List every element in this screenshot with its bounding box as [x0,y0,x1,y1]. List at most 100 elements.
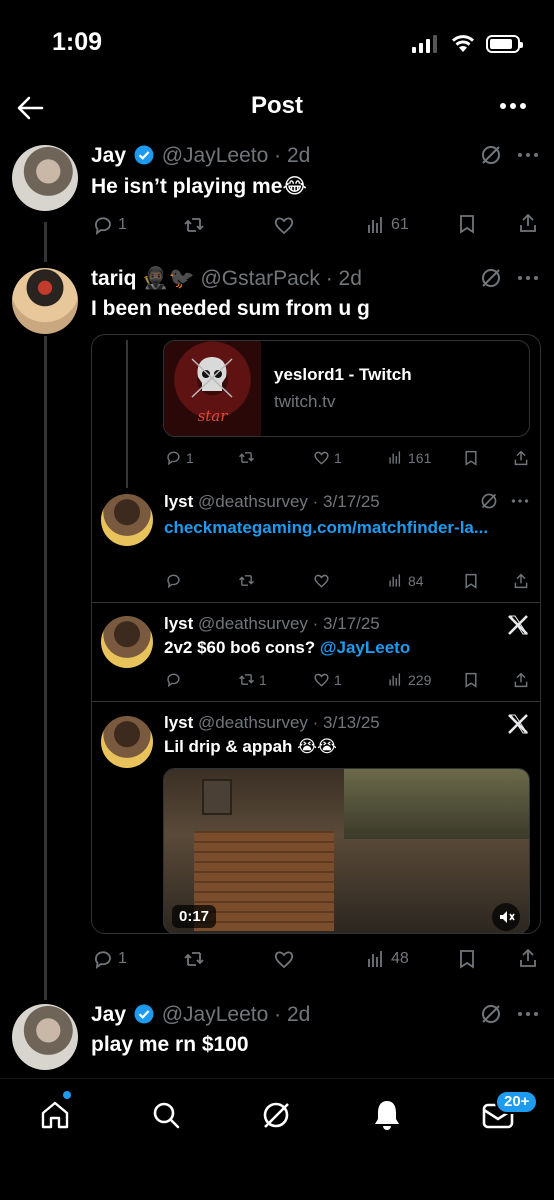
post-header: Jay @JayLeeto · 2d [91,144,310,168]
reply-icon [167,673,180,688]
video-player[interactable]: 0:17 [163,768,530,934]
link-preview-card[interactable]: star yeslord1 - Twitch twitch.tv [163,340,530,437]
views-count: 84 [408,572,424,589]
author-handle[interactable]: @JayLeeto [162,1003,269,1026]
like-count: 1 [334,671,342,688]
bookmark-icon[interactable] [457,214,477,234]
bookmark-icon[interactable] [463,450,479,466]
verified-badge-icon [134,1004,154,1024]
share-icon[interactable] [513,672,529,688]
views-button[interactable]: 161 [387,449,431,466]
mute-icon [500,911,515,923]
thumbnail-text: star [197,407,228,425]
share-icon[interactable] [518,213,538,233]
quote-header: lyst @deathsurvey · 3/13/25 [164,713,380,733]
avatar[interactable] [12,268,78,334]
more-icon[interactable] [517,152,539,158]
link-thumbnail: star [164,341,261,436]
repost-button[interactable] [238,572,255,589]
post-text: I been needed sum from u g [91,297,370,320]
views-icon [368,217,382,233]
post-time: · 3/17/25 [312,492,380,511]
repost-button[interactable] [183,214,205,236]
reply-button[interactable]: 1 [165,449,194,466]
author-handle[interactable]: @deathsurvey [198,492,308,511]
skull-icon [191,357,233,398]
home-icon[interactable] [39,1099,71,1131]
status-time: 1:09 [52,28,103,56]
author-handle[interactable]: @deathsurvey [198,614,308,633]
share-icon[interactable] [513,573,529,589]
author-name[interactable]: lyst [164,614,193,633]
avatar[interactable] [101,616,153,668]
views-count: 61 [391,216,409,233]
notifications-bell-icon[interactable] [371,1098,403,1132]
reply-button[interactable]: 1 [92,214,127,236]
heart-icon [314,451,329,465]
repost-icon [239,452,254,463]
avatar[interactable] [12,1004,78,1070]
repost-icon [184,952,204,966]
video-time: 0:17 [172,905,217,928]
video-sky [344,769,529,839]
views-button[interactable]: 48 [365,948,409,970]
author-name[interactable]: lyst [164,492,193,511]
bottom-tab-bar [0,1078,554,1200]
quote-link[interactable]: checkmategaming.com/matchfinder-la... [164,516,514,540]
home-notification-dot [63,1091,71,1099]
author-handle[interactable]: @GstarPack [200,267,319,290]
author-handle[interactable]: @JayLeeto [162,144,269,167]
like-button[interactable] [273,214,295,236]
grok-icon[interactable] [260,1099,292,1131]
post-time: · 3/13/25 [312,713,380,732]
bookmark-icon[interactable] [457,949,477,969]
heart-icon [274,951,294,969]
like-button[interactable] [273,948,295,970]
repost-button[interactable] [238,449,255,466]
share-icon[interactable] [518,948,538,968]
thread-line [44,336,47,1000]
grok-icon[interactable] [480,144,502,166]
messages-badge: 20+ [495,1090,539,1114]
like-button[interactable]: 1 [313,449,342,466]
reply-button[interactable] [165,572,182,589]
more-icon[interactable] [517,275,539,281]
author-handle[interactable]: @deathsurvey [198,713,308,732]
reply-button[interactable] [165,671,182,688]
repost-button[interactable]: 1 [238,671,267,688]
post-time: · 2d [274,1003,311,1026]
views-button[interactable]: 229 [387,671,431,688]
avatar[interactable] [101,494,153,546]
views-button[interactable]: 61 [365,214,409,236]
bookmark-icon[interactable] [463,573,479,589]
like-button[interactable] [313,572,330,589]
avatar[interactable] [12,145,78,211]
grok-icon[interactable] [480,492,498,510]
author-name[interactable]: lyst [164,713,193,732]
reply-icon [95,951,111,969]
bookmark-icon[interactable] [463,672,479,688]
search-icon[interactable] [150,1099,182,1131]
avatar[interactable] [101,716,153,768]
heart-icon [274,217,294,235]
mention-link[interactable]: @JayLeeto [320,638,410,657]
grok-icon[interactable] [480,267,502,289]
more-icon[interactable] [517,1011,539,1017]
like-button[interactable]: 1 [313,671,342,688]
page-title: Post [250,92,303,119]
mute-button[interactable] [492,903,520,931]
reply-button[interactable]: 1 [92,948,127,970]
more-options-icon[interactable] [498,96,528,116]
views-icon [368,951,382,967]
author-name[interactable]: Jay [91,144,126,167]
author-name[interactable]: Jay [91,1003,126,1026]
author-name[interactable]: tariq 🥷🏿🐦‍⬛ [91,267,195,290]
more-icon[interactable] [511,498,529,504]
views-button[interactable]: 84 [387,572,424,589]
reply-icon [167,574,180,589]
share-icon[interactable] [513,450,529,466]
reply-icon [167,451,180,466]
repost-button[interactable] [183,948,205,970]
grok-icon[interactable] [480,1003,502,1025]
views-icon [389,451,401,464]
